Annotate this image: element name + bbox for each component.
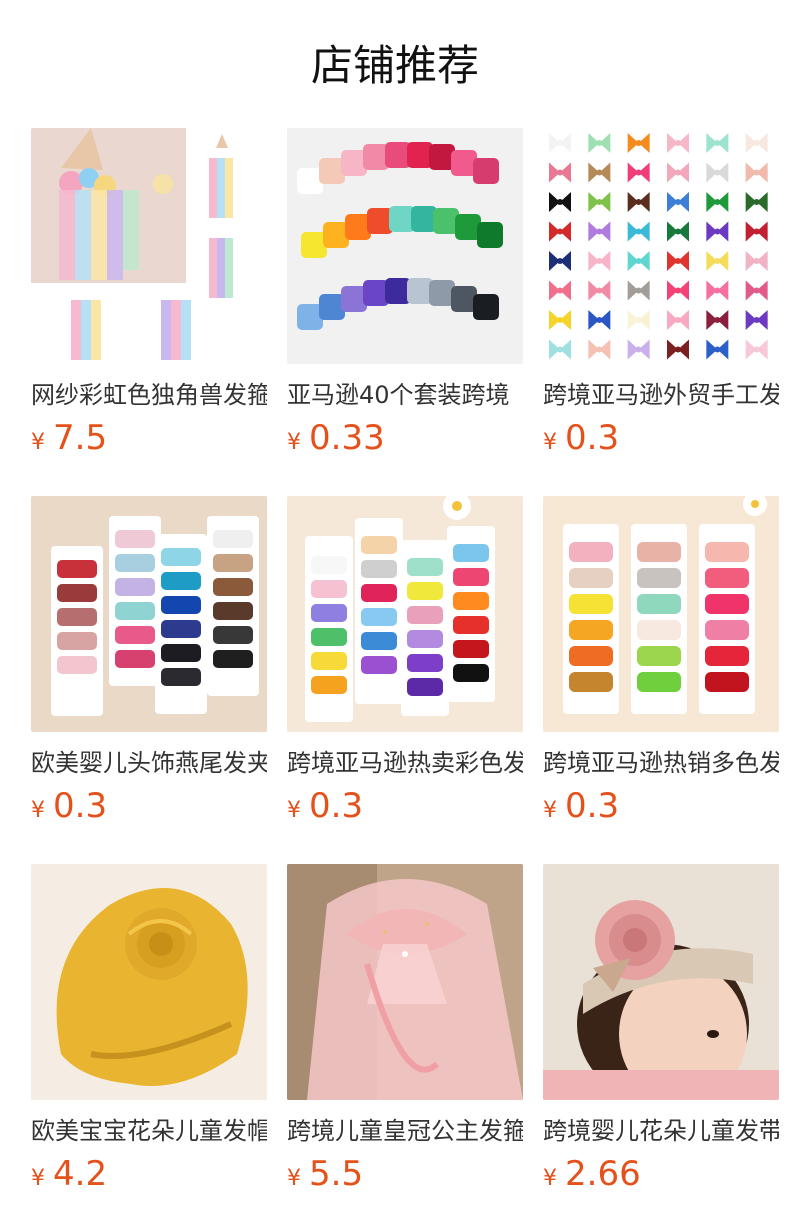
product-name[interactable]: 跨境儿童皇冠公主发箍 [287, 1114, 523, 1148]
product-price: ¥0.33 [287, 418, 385, 458]
price-value: 0.3 [53, 786, 108, 826]
currency-symbol: ¥ [287, 798, 301, 823]
currency-symbol: ¥ [287, 430, 301, 455]
product-price: ¥0.3 [543, 786, 619, 826]
currency-symbol: ¥ [31, 1166, 45, 1191]
product-image[interactable] [543, 496, 779, 732]
price-value: 7.5 [53, 418, 108, 458]
product-name[interactable]: 跨境婴儿花朵儿童发带 [543, 1114, 779, 1148]
currency-symbol: ¥ [287, 1166, 301, 1191]
currency-symbol: ¥ [31, 798, 45, 823]
product-image[interactable] [31, 864, 267, 1100]
product-image[interactable] [31, 496, 267, 732]
price-value: 0.3 [309, 786, 364, 826]
price-value: 0.3 [565, 786, 620, 826]
product-name[interactable]: 跨境亚马逊外贸手工发夹 [543, 378, 779, 412]
product-price: ¥5.5 [287, 1154, 363, 1194]
currency-symbol: ¥ [31, 430, 45, 455]
product-price: ¥0.3 [31, 786, 107, 826]
price-value: 0.3 [565, 418, 620, 458]
product-image[interactable] [287, 864, 523, 1100]
currency-symbol: ¥ [543, 798, 557, 823]
product-price: ¥0.3 [543, 418, 619, 458]
product-price: ¥4.2 [31, 1154, 107, 1194]
product-name[interactable]: 欧美婴儿头饰燕尾发夹 [31, 746, 267, 780]
product-image[interactable] [287, 496, 523, 732]
product-image[interactable] [543, 128, 779, 364]
currency-symbol: ¥ [543, 1166, 557, 1191]
price-value: 4.2 [53, 1154, 108, 1194]
product-price: ¥7.5 [31, 418, 107, 458]
product-price: ¥0.3 [287, 786, 363, 826]
price-value: 0.33 [309, 418, 385, 458]
product-name[interactable]: 亚马逊40个套装跨境 [287, 378, 523, 412]
product-price: ¥2.66 [543, 1154, 641, 1194]
product-image[interactable] [31, 128, 267, 364]
product-name[interactable]: 跨境亚马逊热卖彩色发夹 [287, 746, 523, 780]
product-image[interactable] [543, 864, 779, 1100]
price-value: 2.66 [565, 1154, 641, 1194]
product-grid: 网纱彩虹色独角兽发箍 ¥7.5 亚马逊40个套装跨境 ¥ 0.33 跨境亚马逊外… [0, 0, 790, 1232]
product-name[interactable]: 网纱彩虹色独角兽发箍 [31, 378, 267, 412]
price-value: 5.5 [309, 1154, 364, 1194]
currency-symbol: ¥ [543, 430, 557, 455]
product-name[interactable]: 跨境亚马逊热销多色发夹 [543, 746, 779, 780]
product-image[interactable] [287, 128, 523, 364]
product-name[interactable]: 欧美宝宝花朵儿童发帽 [31, 1114, 267, 1148]
